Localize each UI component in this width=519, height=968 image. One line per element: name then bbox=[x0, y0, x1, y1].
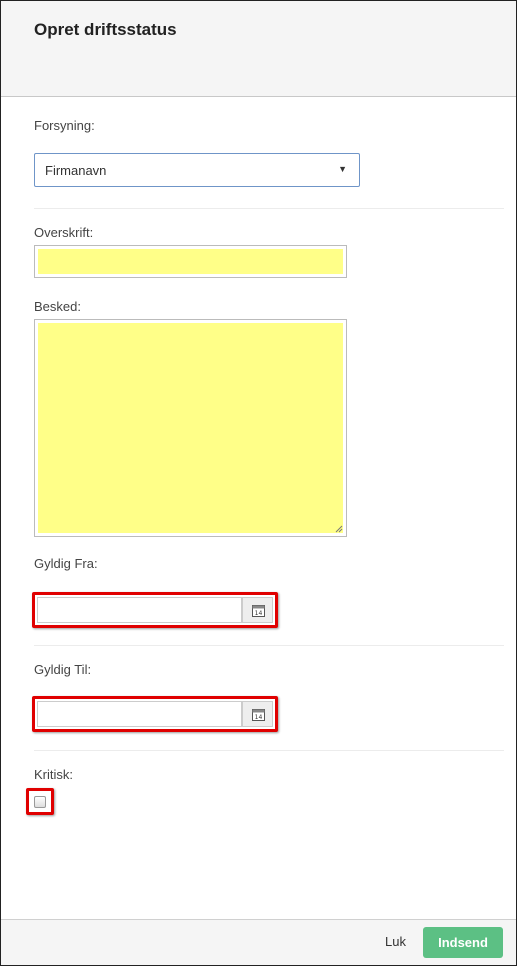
heading-input-highlight bbox=[38, 249, 343, 274]
svg-text:14: 14 bbox=[255, 610, 263, 617]
valid-from-calendar-button[interactable]: 14 bbox=[242, 597, 273, 623]
create-status-modal: Opret driftsstatus Forsyning: Firmanavn … bbox=[0, 0, 517, 966]
valid-to-calendar-button[interactable]: 14 bbox=[242, 701, 273, 727]
supply-select-value: Firmanavn bbox=[45, 163, 107, 178]
modal-header: Opret driftsstatus bbox=[1, 1, 516, 97]
divider bbox=[34, 208, 504, 209]
svg-text:14: 14 bbox=[255, 714, 263, 721]
close-button[interactable]: Luk bbox=[385, 934, 406, 949]
message-label: Besked: bbox=[34, 299, 81, 314]
critical-checkbox[interactable] bbox=[34, 796, 46, 808]
heading-input[interactable] bbox=[34, 245, 347, 278]
heading-label: Overskrift: bbox=[34, 225, 94, 240]
valid-from-group: 14 bbox=[32, 592, 278, 628]
message-textarea-highlight bbox=[38, 323, 343, 533]
valid-from-input[interactable] bbox=[37, 597, 242, 623]
divider bbox=[34, 645, 504, 646]
supply-select[interactable]: Firmanavn ▼ bbox=[34, 153, 360, 187]
chevron-down-icon: ▼ bbox=[338, 164, 347, 174]
critical-checkbox-group bbox=[26, 788, 54, 815]
critical-label: Kritisk: bbox=[34, 767, 73, 782]
divider bbox=[34, 750, 504, 751]
modal-title: Opret driftsstatus bbox=[34, 20, 177, 39]
resize-handle-icon[interactable] bbox=[335, 525, 343, 533]
valid-to-group: 14 bbox=[32, 696, 278, 732]
calendar-icon: 14 bbox=[252, 605, 265, 617]
valid-from-label: Gyldig Fra: bbox=[34, 556, 98, 571]
message-textarea[interactable] bbox=[34, 319, 347, 537]
calendar-icon: 14 bbox=[252, 709, 265, 721]
modal-footer: Luk Indsend bbox=[1, 919, 516, 965]
valid-to-label: Gyldig Til: bbox=[34, 662, 92, 677]
supply-label: Forsyning: bbox=[34, 118, 95, 133]
submit-button[interactable]: Indsend bbox=[423, 927, 503, 958]
valid-to-input[interactable] bbox=[37, 701, 242, 727]
